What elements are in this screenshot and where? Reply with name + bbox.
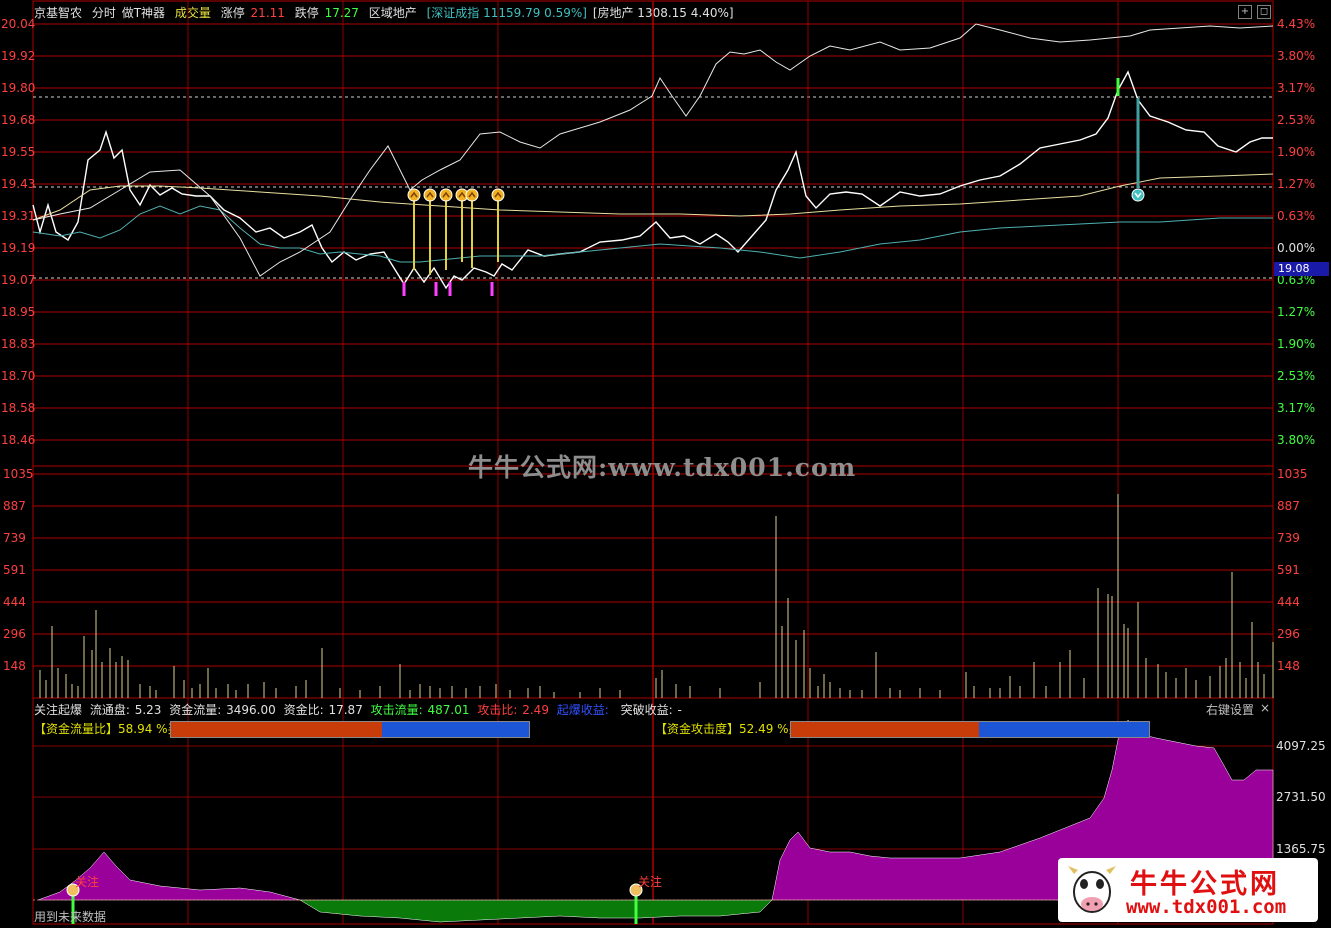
percent-tick-label: 3.17% xyxy=(1277,401,1315,415)
watermark-text: 牛牛公式网:www.tdx001.com xyxy=(468,453,857,482)
stock-chart-window: 京基智农 分时 做T神器 成交量 涨停 21.11 跌停 17.27 区域地产 … xyxy=(0,0,1331,928)
volume-tick-label-right: 444 xyxy=(1277,595,1300,609)
attack-ratio-value: 2.49 xyxy=(522,703,549,717)
price-tick-label: 19.43 xyxy=(1,177,35,191)
price-tick-label: 19.07 xyxy=(1,273,35,287)
indicator-tick-label: 4097.25 xyxy=(1276,739,1326,753)
buy-signal-icon xyxy=(423,188,437,202)
buy-signal-icon xyxy=(407,188,421,202)
cow-logo-icon xyxy=(1068,866,1116,913)
attack-flow-value: 487.01 xyxy=(427,703,470,717)
future-data-notice: 用到未来数据 xyxy=(34,910,107,924)
price-tick-label: 20.04 xyxy=(1,17,35,31)
fund-attack-sell-segment xyxy=(978,722,1149,737)
price-tick-label: 18.46 xyxy=(1,433,35,447)
fund-ratio-value: 17.87 xyxy=(328,703,363,717)
buy-signal-icon xyxy=(439,188,453,202)
fund-attack-bar xyxy=(790,721,1150,738)
price-tick-label: 19.80 xyxy=(1,81,35,95)
right-click-settings[interactable]: 右键设置 xyxy=(1206,701,1254,718)
buy-signal-icon xyxy=(465,188,479,202)
fund-attack-label: 【资金攻击度】 xyxy=(655,722,740,736)
price-tick-label: 19.19 xyxy=(1,241,35,255)
volume-tick-label-right: 1035 xyxy=(1277,467,1308,481)
fund-attack-buy-segment xyxy=(791,722,979,737)
percent-tick-label: 4.43% xyxy=(1277,17,1315,31)
price-tick-label: 18.95 xyxy=(1,305,35,319)
buy-signal-icon xyxy=(491,188,505,202)
price-tick-label: 19.92 xyxy=(1,49,35,63)
attack-flow-label: 攻击流量: xyxy=(370,703,423,717)
volume-tick-label-right: 148 xyxy=(1277,659,1300,673)
volume-tick-label-right: 739 xyxy=(1277,531,1300,545)
price-tick-label: 18.58 xyxy=(1,401,35,415)
volume-tick-label: 739 xyxy=(3,531,26,545)
indicator-name[interactable]: 关注起爆 xyxy=(34,703,82,717)
volume-tick-label: 591 xyxy=(3,563,26,577)
volume-tick-label-right: 591 xyxy=(1277,563,1300,577)
price-tick-label: 19.68 xyxy=(1,113,35,127)
attack-ratio-label: 攻击比: xyxy=(477,703,518,717)
logo-url: www.tdx001.com xyxy=(1126,896,1287,918)
fund-flow-negative-area xyxy=(299,899,773,923)
indicator-header: 关注起爆 流通盘: 5.23 资金流量: 3496.00 资金比: 17.87 … xyxy=(34,701,686,718)
fund-flow-label: 资金流量: xyxy=(169,703,222,717)
current-price-tag: 19.08 xyxy=(1274,262,1329,276)
fund-flow-buy-segment xyxy=(171,722,382,737)
break-label: 突破收益: xyxy=(620,703,673,717)
percent-tick-label: 0.00% xyxy=(1277,241,1315,255)
close-indicator-icon[interactable]: × xyxy=(1260,701,1270,715)
fund-flow-value: 3496.00 xyxy=(226,703,276,717)
indicator-tick-label: 1365.75 xyxy=(1276,842,1326,856)
percent-tick-label: 3.80% xyxy=(1277,49,1315,63)
break-value: - xyxy=(677,703,682,717)
percent-tick-label: 1.90% xyxy=(1277,337,1315,351)
volume-tick-label-right: 887 xyxy=(1277,499,1300,513)
percent-tick-label: 2.53% xyxy=(1277,113,1315,127)
volume-tick-label-right: 296 xyxy=(1277,627,1300,641)
watch-marker-label: 关注 xyxy=(638,874,662,889)
percent-tick-label: 2.53% xyxy=(1277,369,1315,383)
fund-attack-degree: 【资金攻击度】52.49 %买 xyxy=(655,720,801,737)
fund-flow-ratio: 【资金流量比】58.94 %买 xyxy=(34,720,180,737)
volume-tick-label: 148 xyxy=(3,659,26,673)
fund-flow-sell-segment xyxy=(382,722,529,737)
percent-tick-label: 3.17% xyxy=(1277,81,1315,95)
indicator-tick-label: 2731.50 xyxy=(1276,790,1326,804)
volume-tick-label: 1035 xyxy=(3,467,34,481)
float-label: 流通盘: xyxy=(89,703,130,717)
fund-ratio-label: 资金比: xyxy=(283,703,324,717)
float-value: 5.23 xyxy=(134,703,162,717)
price-tick-label: 18.83 xyxy=(1,337,35,351)
percent-tick-label: 3.80% xyxy=(1277,433,1315,447)
volume-tick-label: 444 xyxy=(3,595,26,609)
fund-flow-ratio-bar xyxy=(170,721,530,738)
watch-marker-label: 关注 xyxy=(75,874,99,889)
percent-tick-label: 1.27% xyxy=(1277,177,1315,191)
volume-tick-label: 887 xyxy=(3,499,26,513)
burst-label: 起爆收益: xyxy=(556,703,609,717)
fund-flow-ratio-label: 【资金流量比】 xyxy=(34,722,119,736)
price-tick-label: 18.70 xyxy=(1,369,35,383)
site-logo: 牛牛公式网 www.tdx001.com xyxy=(1058,858,1318,922)
percent-tick-label: 1.90% xyxy=(1277,145,1315,159)
sell-signal-icon xyxy=(1131,188,1145,202)
percent-tick-label: 1.27% xyxy=(1277,305,1315,319)
price-tick-label: 19.55 xyxy=(1,145,35,159)
percent-tick-label: 0.63% xyxy=(1277,209,1315,223)
price-tick-label: 19.31 xyxy=(1,209,35,223)
volume-tick-label: 296 xyxy=(3,627,26,641)
